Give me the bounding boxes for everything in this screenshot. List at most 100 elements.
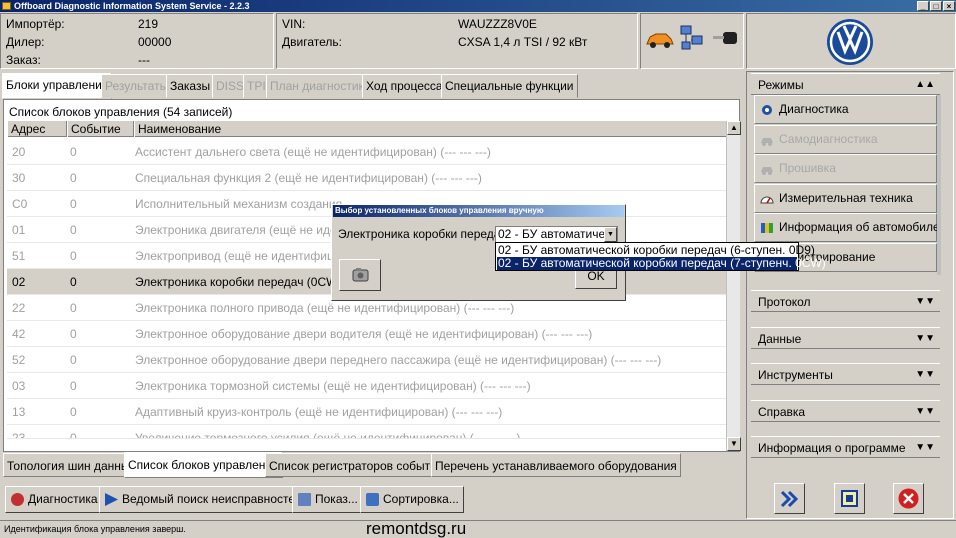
- row-event: 0: [70, 145, 77, 159]
- exit-button[interactable]: [893, 483, 924, 514]
- row-name: Электроника двигателя (ещё не иде: [135, 223, 337, 237]
- row-address: 42: [12, 327, 26, 341]
- status-bar: Идентификация блока управления заверш.: [0, 520, 956, 538]
- tab-event-memory-list[interactable]: Список регистраторов событий: [265, 453, 448, 477]
- section-header-label: Информация о программе: [758, 441, 906, 455]
- tab-control-unit-list[interactable]: Список блоков управления: [124, 452, 283, 478]
- forward-button[interactable]: [774, 483, 805, 514]
- row-address: 22: [12, 301, 26, 315]
- column-header-name[interactable]: Наименование: [134, 121, 729, 137]
- row-address: 30: [12, 171, 26, 185]
- row-address: 51: [12, 249, 26, 263]
- expand-chevron-icon: ▼▼: [915, 369, 935, 380]
- app-icon: [2, 2, 11, 10]
- order-value: ---: [138, 53, 150, 67]
- maximize-button[interactable]: □: [930, 1, 942, 11]
- watermark: remontdsg.ru: [366, 519, 467, 538]
- select-frame-icon: [841, 490, 858, 507]
- row-address: 52: [12, 353, 26, 367]
- tab-results[interactable]: Результаты: [101, 74, 173, 98]
- key-icon: [713, 32, 737, 44]
- row-name: Адаптивный круиз-контроль (ещё не иденти…: [135, 405, 503, 419]
- combobox-dropdown: 02 - БУ автоматической коробки передач (…: [495, 242, 826, 271]
- play-icon: [105, 493, 118, 506]
- row-event: 0: [70, 353, 77, 367]
- mode-item-label: Измерительная техника: [779, 190, 913, 205]
- mode-item[interactable]: Самодиагностика: [754, 124, 937, 154]
- modes-scrollbar[interactable]: [937, 95, 941, 275]
- modes-header[interactable]: Режимы ▲▲: [751, 73, 940, 95]
- dropdown-option-selected[interactable]: 02 - БУ автоматической коробки передач (…: [497, 257, 826, 270]
- vw-logo: [827, 19, 873, 65]
- collapse-chevron-icon: ▲▲: [915, 79, 935, 90]
- table-row[interactable]: 20 0 Ассистент дальнего света (ещё не иден…: [7, 139, 729, 165]
- minimize-button[interactable]: _: [917, 1, 929, 11]
- table-row[interactable]: 30 0 Специальная функция 2 (ещё не идентиф…: [7, 165, 729, 191]
- window-title: Offboard Diagnostic Information System S…: [14, 1, 250, 11]
- tab-diagnostic-plan[interactable]: План диагностики: [266, 74, 375, 98]
- row-name: Электроника коробки передач (0CW3: [135, 275, 345, 289]
- select-button[interactable]: [834, 483, 865, 514]
- expand-chevron-icon: ▼▼: [915, 333, 935, 344]
- mode-item[interactable]: Измерительная техника: [754, 183, 937, 213]
- mode-item[interactable]: Прошивка: [754, 154, 937, 183]
- table-row[interactable]: 52 0 Электронное оборудование двери передн…: [7, 347, 729, 373]
- diagnosis-button-label: Диагностика: [28, 492, 98, 506]
- section-header[interactable]: Информация о программе ▼▼: [751, 436, 940, 458]
- section-header[interactable]: Данные ▼▼: [751, 327, 940, 349]
- guided-fault-finding-label: Ведомый поиск неисправностей: [122, 492, 302, 506]
- close-icon: [898, 488, 919, 509]
- expand-chevron-icon: ▼▼: [915, 406, 935, 417]
- double-arrow-icon: [780, 490, 799, 508]
- dealer-value: 00000: [138, 35, 172, 49]
- camera-button[interactable]: [339, 259, 381, 291]
- row-event: 0: [70, 301, 77, 315]
- row-name: Электронное оборудование двери водителя …: [135, 327, 593, 341]
- sort-button[interactable]: Сортировка...: [360, 486, 464, 513]
- column-header-event[interactable]: Событие: [67, 121, 134, 137]
- row-event: 0: [70, 275, 77, 289]
- chevron-down-icon[interactable]: ▼: [604, 227, 617, 242]
- tab-control-units[interactable]: Блоки управления: [2, 73, 113, 99]
- guided-fault-finding-button[interactable]: Ведомый поиск неисправностей: [99, 486, 307, 513]
- row-name: Исполнительный механизм создания: [135, 197, 343, 211]
- table-row[interactable]: 03 0 Электроника тормозной системы (ещё не…: [7, 373, 729, 399]
- tab-orders[interactable]: Заказы: [166, 74, 215, 98]
- show-button[interactable]: Показ...: [292, 486, 363, 513]
- car-icon: [761, 167, 773, 175]
- mode-item[interactable]: Информация об автомобиле: [754, 213, 940, 242]
- order-label: Заказ:: [6, 53, 41, 67]
- row-address: 23: [12, 431, 26, 439]
- importer-value: 219: [138, 17, 159, 31]
- modes-header-label: Режимы: [758, 78, 804, 92]
- tab-process[interactable]: Ход процесса: [362, 74, 447, 98]
- row-address: 01: [12, 223, 26, 237]
- tab-special-functions[interactable]: Специальные функции: [441, 74, 578, 98]
- section-header[interactable]: Справка ▼▼: [751, 400, 940, 422]
- row-event: 0: [70, 431, 77, 439]
- list-scrollbar[interactable]: ▲ ▼: [726, 121, 741, 451]
- scroll-down-button[interactable]: ▼: [727, 437, 741, 451]
- network-icon: [680, 25, 703, 50]
- row-address: C0: [12, 197, 28, 211]
- table-row[interactable]: 42 0 Электронное оборудование двери водите…: [7, 321, 729, 347]
- column-header-address[interactable]: Адрес: [7, 121, 67, 137]
- table-row[interactable]: 23 0 Увеличение тормозного усилия (ещё не …: [7, 425, 729, 439]
- section-header[interactable]: Протокол ▼▼: [751, 290, 940, 312]
- diagnosis-button[interactable]: Диагностика: [5, 486, 103, 513]
- mode-item[interactable]: Диагностика: [754, 95, 937, 124]
- tab-installed-equipment[interactable]: Перечень устанавливаемого оборудования: [431, 453, 681, 477]
- scroll-up-button[interactable]: ▲: [727, 121, 741, 135]
- tab-bus-topology[interactable]: Топология шин данных: [3, 453, 140, 477]
- row-event: 0: [70, 327, 77, 341]
- control-unit-combobox[interactable]: 02 - БУ автоматической коробки передач (…: [495, 226, 618, 243]
- close-window-button[interactable]: ×: [943, 1, 955, 11]
- document-icon: [298, 493, 311, 506]
- section-header-label: Справка: [758, 405, 806, 419]
- section-header[interactable]: Инструменты ▼▼: [751, 363, 940, 385]
- row-name: Специальная функция 2 (ещё не идентифици…: [135, 171, 482, 185]
- expand-chevron-icon: ▼▼: [915, 296, 935, 307]
- row-address: 20: [12, 145, 26, 159]
- table-row[interactable]: 13 0 Адаптивный круиз-контроль (ещё не иде…: [7, 399, 729, 425]
- row-name: Электронное оборудование двери переднего…: [135, 353, 662, 367]
